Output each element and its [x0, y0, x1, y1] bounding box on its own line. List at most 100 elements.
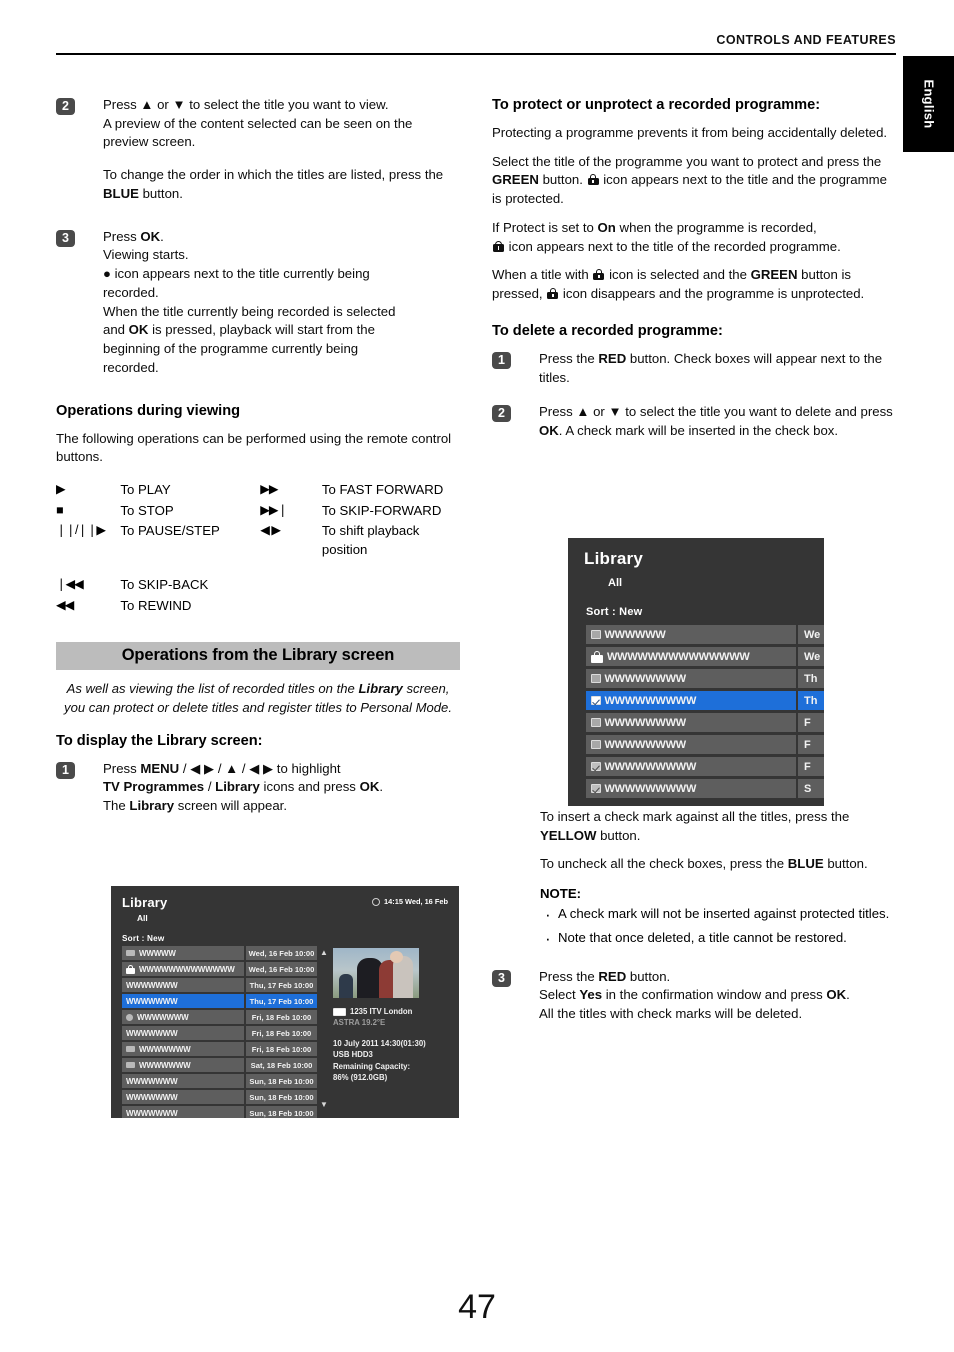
op-label: To FAST FORWARD — [321, 481, 444, 497]
language-tab: English — [903, 56, 954, 152]
checkbox-checked-icon[interactable] — [591, 783, 601, 794]
fast-forward-icon: ▶▶ — [260, 481, 278, 496]
satellite-name: ASTRA 19.2°E — [333, 1018, 386, 1028]
programme-info-panel: 1235 ITV London ASTRA 19.2°E — [333, 1006, 412, 1029]
checkbox-icon[interactable] — [591, 717, 601, 728]
title-text: WWWWWWWWWWWWW — [139, 964, 235, 974]
recording-details: 10 July 2011 14:30(01:30) USB HDD3 Remai… — [333, 1038, 426, 1083]
lock-icon — [591, 650, 603, 663]
date-text: Sun, 18 Feb 10:00 — [246, 1090, 317, 1104]
title-text: WWWWWWW — [126, 980, 178, 990]
title-text: WWWWWWWWWWWWWW — [607, 650, 750, 663]
clock-text: 14:15 Wed, 16 Feb — [384, 897, 448, 906]
protect-p4-d: icon disappears and the programme is unp… — [559, 286, 865, 302]
left-column: 2 Press ▲ or ▼ to select the title you w… — [56, 96, 460, 820]
storage-device: USB HDD3 — [333, 1050, 373, 1060]
date-text: Fri, 18 Feb 10:00 — [246, 1042, 317, 1056]
skip-forward-icon: ▶▶❘ — [260, 502, 288, 517]
title-text: WWWWWWW — [126, 1028, 178, 1038]
after-b: button. — [596, 827, 641, 843]
list-item[interactable]: WWWWWWWW Th — [586, 669, 824, 688]
list-item[interactable]: WWWWWWW Thu, 17 Feb 10:00 — [122, 978, 317, 992]
list-item[interactable]: WWWWWWW Fri, 18 Feb 10:00 — [122, 1026, 317, 1040]
library-row-list: WWWWWW We WWWWWWWWWWWWWW We WWWWWWWW Th … — [586, 625, 824, 801]
step2-line2: A preview of the content selected can be… — [103, 115, 413, 131]
tape-icon — [126, 1062, 135, 1068]
list-item[interactable]: WWWWWWWWW F — [586, 757, 824, 776]
title-text: WWWWWWWWW — [604, 782, 697, 795]
delete-step2-a: Press ▲ or ▼ to select the title you wan… — [539, 404, 893, 420]
step2-para2: To change the order in which the titles … — [103, 166, 460, 203]
tape-icon — [126, 1046, 135, 1052]
protect-p3-c: icon appears next to the title of the re… — [505, 238, 841, 254]
library-screen-screenshot-right: Library All Sort : New WWWWWW We WWWWWWW… — [568, 538, 824, 806]
pause-step-icon: ❘❘/❘❘▶ — [56, 523, 106, 538]
list-item[interactable]: WWWWWWW Sat, 18 Feb 10:00 — [122, 1058, 317, 1072]
library-label: Library — [129, 797, 175, 813]
lock-icon — [587, 174, 599, 186]
checkbox-icon[interactable] — [591, 739, 601, 750]
list-item-selected[interactable]: WWWWWWWWW Th — [586, 691, 824, 710]
step3-l4: recorded. — [103, 284, 159, 300]
date-text: We — [798, 647, 824, 666]
list-item[interactable]: WWWWWWWWWWWWWW We — [586, 647, 824, 666]
red-button-label: RED — [598, 968, 627, 984]
op-label: To SKIP-BACK — [120, 576, 209, 592]
step-badge: 1 — [492, 351, 511, 369]
delete-step-1-block: 1 Press the RED button. Check boxes will… — [492, 350, 896, 387]
list-item[interactable]: WWWWWWWW F — [586, 713, 824, 732]
scroll-down-arrow[interactable]: ▼ — [320, 1101, 328, 1109]
recording-dot-icon — [126, 1013, 133, 1021]
list-item[interactable]: WWWWWWW Sun, 18 Feb 10:00 — [122, 1106, 317, 1118]
op-label: To REWIND — [120, 597, 192, 613]
preview-thumbnail — [333, 948, 419, 998]
checkbox-icon[interactable] — [591, 629, 601, 640]
list-item[interactable]: WWWWWWW Sun, 18 Feb 10:00 — [122, 1074, 317, 1088]
step-body: Press OK. Viewing starts. ● icon appears… — [103, 228, 460, 378]
step-body: Press MENU / ◀ ▶ / ▲ / ◀ ▶ to highlight … — [103, 760, 460, 816]
green-button-label: GREEN — [492, 172, 539, 188]
checkbox-icon[interactable] — [591, 673, 601, 684]
list-item[interactable]: WWWWWW We — [586, 625, 824, 644]
recording-datetime: 10 July 2011 14:30(01:30) — [333, 1039, 426, 1048]
step3-l2-c: . — [846, 987, 850, 1003]
list-item[interactable]: WWWWWWWW F — [586, 735, 824, 754]
list-item[interactable]: WWWWWWW Sun, 18 Feb 10:00 — [122, 1090, 317, 1104]
after2-b: button. — [823, 856, 868, 872]
step3-l1-a: Press the — [539, 968, 599, 984]
library-label: Library — [358, 681, 403, 697]
protect-p2-b: button. — [538, 172, 583, 188]
checkbox-checked-icon[interactable] — [591, 761, 601, 772]
title-text: WWWWWWWWW — [604, 694, 697, 707]
channel-name: 1235 ITV London — [350, 1007, 413, 1016]
sort-label: Sort : New — [122, 934, 165, 943]
step-body: Press the RED button. Select Yes in the … — [539, 968, 896, 1024]
note-block: NOTE: A check mark will not be inserted … — [540, 886, 896, 951]
empty-cell — [322, 597, 460, 618]
date-text: Thu, 17 Feb 10:00 — [246, 994, 317, 1008]
scroll-up-arrow[interactable]: ▲ — [320, 949, 328, 957]
step2-line3: preview screen. — [103, 134, 196, 150]
date-text: Sun, 18 Feb 10:00 — [246, 1074, 317, 1088]
list-item: Note that once deleted, a title cannot b… — [540, 927, 896, 951]
ok-button-label: OK — [359, 779, 380, 795]
list-item[interactable]: WWWWW Wed, 16 Feb 10:00 — [122, 946, 317, 960]
checkbox-checked-icon[interactable] — [591, 695, 601, 706]
step2-line1: Press ▲ or ▼ to select the title you wan… — [103, 97, 389, 112]
delete-step3-para: Press the RED button. Select Yes in the … — [539, 968, 896, 1024]
note-heading: NOTE: — [540, 886, 582, 902]
list-item[interactable]: WWWWWWWWW S — [586, 779, 824, 798]
list-item[interactable]: WWWWWWWWWWWWW Wed, 16 Feb 10:00 — [122, 962, 317, 976]
date-text: F — [798, 757, 824, 776]
step3-l1-pre: Press — [103, 228, 141, 244]
title-text: WWWWWWW — [126, 1076, 178, 1086]
step2-para2-a: To change the order in which the titles … — [103, 167, 422, 183]
capacity-value: 86% (912.0GB) — [333, 1072, 388, 1082]
list-item[interactable]: WWWWWWW Fri, 18 Feb 10:00 — [122, 1010, 317, 1024]
list-item-selected[interactable]: WWWWWWW Thu, 17 Feb 10:00 — [122, 994, 317, 1008]
protect-p4-a: When a title with — [492, 267, 593, 283]
list-item[interactable]: WWWWWWW Fri, 18 Feb 10:00 — [122, 1042, 317, 1056]
clock-display: 14:15 Wed, 16 Feb — [372, 897, 448, 906]
title-text: WWWWWW — [604, 628, 666, 641]
library-filter-label: All — [137, 913, 148, 923]
